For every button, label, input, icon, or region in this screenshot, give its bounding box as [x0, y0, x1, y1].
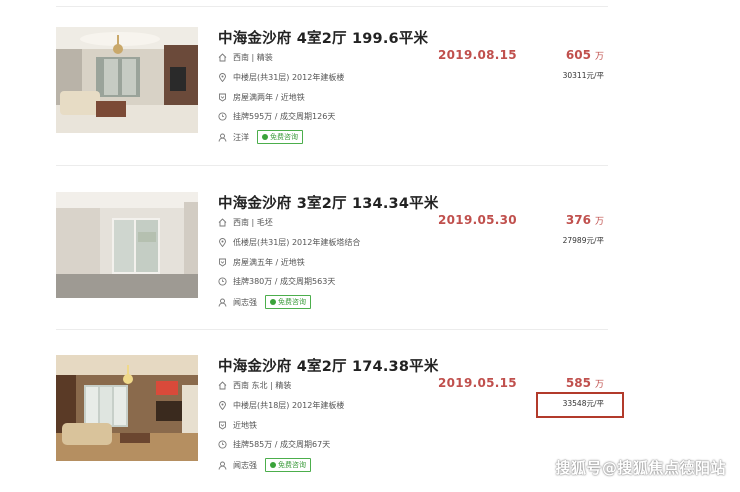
- orientation-text: 西南 东北 | 精装: [233, 381, 292, 390]
- unit-price-highlight-box: [536, 392, 624, 418]
- person-icon: [218, 461, 227, 470]
- listing-title[interactable]: 中海金沙府 4室2厅 199.6平米: [218, 27, 428, 48]
- consult-label: 免费咨询: [270, 133, 298, 141]
- listing-divider: [56, 165, 608, 166]
- listing-info-text: 挂牌585万 / 成交周期67天: [233, 440, 331, 449]
- tags-text: 房屋满五年 / 近地铁: [233, 258, 305, 267]
- price-unit: 万: [594, 380, 604, 390]
- clock-icon: [218, 440, 227, 449]
- floor-row: 低楼层(共31层) 2012年建板塔结合: [218, 237, 360, 248]
- total-price: 605 万: [566, 48, 604, 62]
- tags-text: 近地铁: [233, 421, 257, 430]
- listing-divider: [56, 329, 608, 330]
- orientation-row: 西南 东北 | 精装: [218, 380, 291, 391]
- free-consult-button[interactable]: 免费咨询: [265, 458, 311, 472]
- agent-row: 闻志强 免费咨询: [218, 458, 311, 472]
- clock-icon: [218, 277, 227, 286]
- person-icon: [218, 133, 227, 142]
- top-divider: [56, 6, 608, 7]
- listing-card[interactable]: 中海金沙府 3室2厅 134.34平米 西南 | 毛坯 低楼层(共31层) 20…: [56, 192, 608, 312]
- agent-name[interactable]: 闻志强: [233, 297, 257, 308]
- tags-row: 房屋满两年 / 近地铁: [218, 92, 305, 103]
- listing-photo[interactable]: [56, 27, 198, 133]
- home-icon: [218, 53, 227, 62]
- orientation-row: 西南 | 精装: [218, 52, 273, 63]
- location-icon: [218, 238, 227, 247]
- location-icon: [218, 73, 227, 82]
- consult-label: 免费咨询: [278, 461, 306, 469]
- listing-info-row: 挂牌585万 / 成交周期67天: [218, 439, 330, 450]
- home-icon: [218, 218, 227, 227]
- person-icon: [218, 298, 227, 307]
- listing-card[interactable]: 中海金沙府 4室2厅 199.6平米 西南 | 精装 中楼层(共31层) 201…: [56, 27, 608, 147]
- total-price: 585 万: [566, 376, 604, 390]
- total-price: 376 万: [566, 213, 604, 227]
- agent-name[interactable]: 汪洋: [233, 132, 249, 143]
- listing-info-text: 挂牌595万 / 成交周期126天: [233, 112, 336, 121]
- listing-photo[interactable]: [56, 192, 198, 298]
- watermark: 搜狐号@搜狐焦点德阳站: [555, 459, 726, 477]
- chat-icon: [270, 462, 276, 468]
- floor-text: 中楼层(共18层) 2012年建板楼: [233, 401, 345, 410]
- agent-name[interactable]: 闻志强: [233, 460, 257, 471]
- price-value: 376: [565, 213, 591, 227]
- deal-date: 2019.05.15: [438, 376, 517, 390]
- chat-icon: [270, 299, 276, 305]
- floor-text: 中楼层(共31层) 2012年建板楼: [233, 73, 345, 82]
- tags-row: 房屋满五年 / 近地铁: [218, 257, 305, 268]
- price-unit: 万: [594, 217, 604, 227]
- orientation-text: 西南 | 精装: [233, 53, 273, 62]
- agent-row: 闻志强 免费咨询: [218, 295, 311, 309]
- floor-text: 低楼层(共31层) 2012年建板塔结合: [233, 238, 361, 247]
- floor-row: 中楼层(共18层) 2012年建板楼: [218, 400, 344, 411]
- chat-icon: [262, 134, 268, 140]
- listing-info-row: 挂牌380万 / 成交周期563天: [218, 276, 335, 287]
- consult-label: 免费咨询: [278, 298, 306, 306]
- home-icon: [218, 381, 227, 390]
- tag-icon: [218, 258, 227, 267]
- location-icon: [218, 401, 227, 410]
- listing-info-row: 挂牌595万 / 成交周期126天: [218, 111, 335, 122]
- listing-title[interactable]: 中海金沙府 4室2厅 174.38平米: [218, 355, 439, 376]
- orientation-text: 西南 | 毛坯: [233, 218, 273, 227]
- listing-info-text: 挂牌380万 / 成交周期563天: [233, 277, 336, 286]
- price-unit: 万: [594, 52, 604, 62]
- tags-text: 房屋满两年 / 近地铁: [233, 93, 305, 102]
- agent-row: 汪洋 免费咨询: [218, 130, 303, 144]
- orientation-row: 西南 | 毛坯: [218, 217, 273, 228]
- tag-icon: [218, 93, 227, 102]
- floor-row: 中楼层(共31层) 2012年建板楼: [218, 72, 344, 83]
- free-consult-button[interactable]: 免费咨询: [265, 295, 311, 309]
- free-consult-button[interactable]: 免费咨询: [257, 130, 303, 144]
- unit-price: 27989元/平: [562, 236, 604, 245]
- listing-photo[interactable]: [56, 355, 198, 461]
- tag-icon: [218, 421, 227, 430]
- tags-row: 近地铁: [218, 420, 257, 431]
- price-value: 585: [565, 376, 591, 390]
- deal-date: 2019.08.15: [438, 48, 517, 62]
- price-value: 605: [565, 48, 591, 62]
- deal-date: 2019.05.30: [438, 213, 517, 227]
- unit-price: 30311元/平: [562, 71, 604, 80]
- listing-title[interactable]: 中海金沙府 3室2厅 134.34平米: [218, 192, 439, 213]
- listing-card[interactable]: 中海金沙府 4室2厅 174.38平米 西南 东北 | 精装 中楼层(共18层)…: [56, 355, 624, 475]
- clock-icon: [218, 112, 227, 121]
